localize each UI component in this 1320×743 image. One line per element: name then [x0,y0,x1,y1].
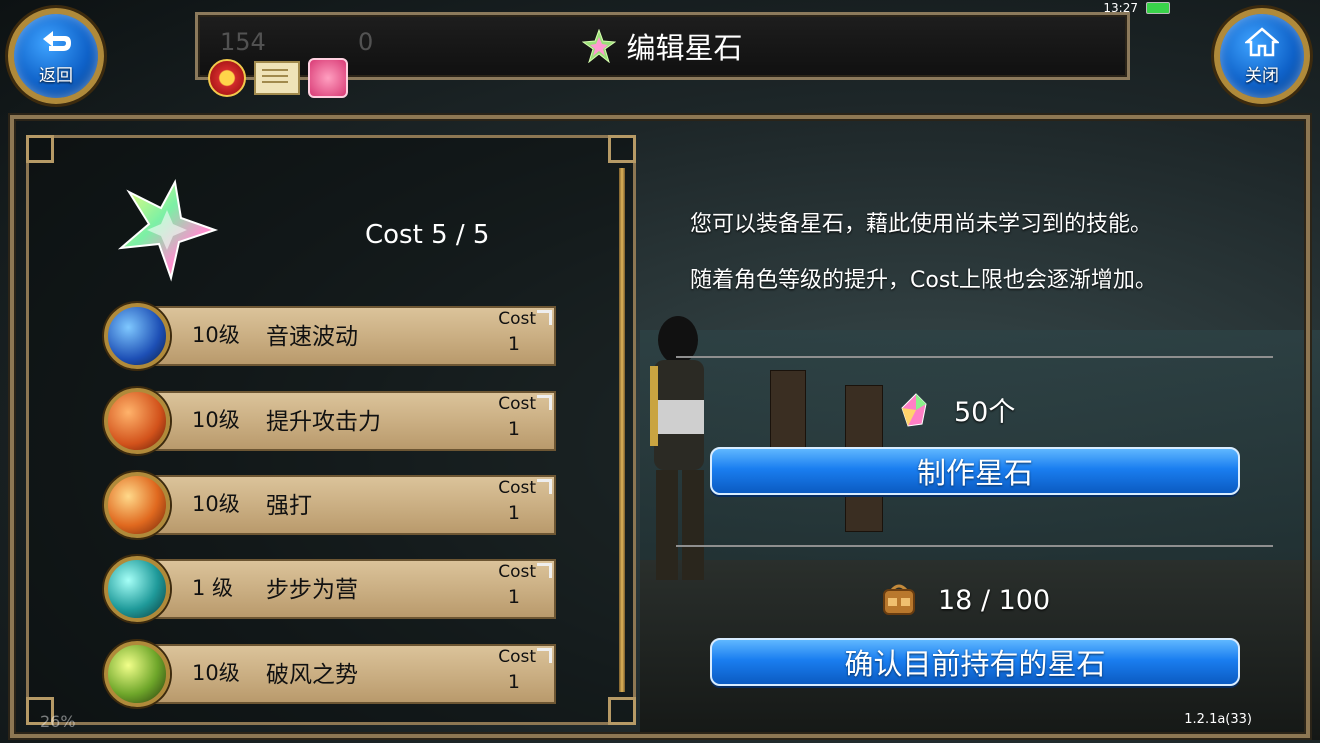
skill-cost-label: Cost [498,394,536,414]
cost-total: Cost 5 / 5 [365,220,490,250]
gift-icon[interactable] [308,58,348,98]
skill-level: 10级 [192,323,240,347]
medal-icon[interactable] [208,59,246,97]
bag-capacity: 18 / 100 [880,582,1050,618]
close-label: 关闭 [1245,65,1279,86]
skill-row[interactable]: 10级 音速波动 Cost 1 [104,303,556,369]
skill-row[interactable]: 10级 提升攻击力 Cost 1 [104,388,556,454]
attack-up-icon [104,388,170,454]
power-strike-icon [104,472,170,538]
skill-cost-label: Cost [498,647,536,667]
home-icon [1245,26,1279,56]
wind-break-icon [104,641,170,707]
craft-stone-button[interactable]: 制作星石 [710,447,1240,495]
frame-corner [608,697,636,725]
bag-icon [883,584,915,615]
skill-name: 音速波动 [266,324,358,350]
back-arrow-icon [43,30,71,51]
corner-marker [537,395,552,410]
mail-icon[interactable] [254,61,300,95]
skill-level: 10级 [192,408,240,432]
skill-name: 强打 [266,493,312,519]
version-label: 1.2.1a(33) [1184,712,1252,727]
skill-cost-value: 1 [507,333,520,355]
description-line-2: 随着角色等级的提升，Cost上限也会逐渐增加。 [690,268,1157,293]
skill-row[interactable]: 1 级 步步为营 Cost 1 [104,556,556,622]
skill-cost-label: Cost [498,309,536,329]
fps-indicator: 26% [40,712,76,731]
skill-name: 提升攻击力 [266,409,381,435]
skill-row[interactable]: 10级 破风之势 Cost 1 [104,641,556,707]
skill-name: 步步为营 [266,577,358,603]
ghost-stat: 0 [358,28,374,56]
frame-corner [608,135,636,163]
star-stone-large-icon [117,178,219,282]
steady-advance-icon [104,556,170,622]
crystal-icon [901,392,927,427]
panel-scrollbar[interactable] [619,168,625,692]
skill-cost-label: Cost [498,562,536,582]
skill-cost-value: 1 [507,502,520,524]
battery-icon [1146,2,1170,14]
skill-level: 1 级 [192,576,234,600]
frame-corner [26,135,54,163]
skill-name: 破风之势 [266,662,358,688]
corner-marker [537,563,552,578]
check-stones-button[interactable]: 确认目前持有的星石 [710,638,1240,686]
crystal-count-value: 50个 [954,397,1016,428]
skill-cost-label: Cost [498,478,536,498]
crystal-count: 50个 [898,390,1015,429]
skill-row[interactable]: 10级 强打 Cost 1 [104,472,556,538]
skill-level: 10级 [192,661,240,685]
skill-cost-value: 1 [507,671,520,693]
corner-marker [537,310,552,325]
divider [676,545,1273,547]
ghost-stat: 154 [220,28,266,56]
description-line-1: 您可以装备星石，藉此使用尚未学习到的技能。 [690,212,1153,237]
skill-cost-value: 1 [507,418,520,440]
skill-cost-value: 1 [507,586,520,608]
corner-marker [537,648,552,663]
corner-marker [537,479,552,494]
divider [676,356,1273,358]
back-button[interactable]: 返回 [8,8,104,104]
bag-capacity-value: 18 / 100 [938,584,1051,616]
close-button[interactable]: 关闭 [1214,8,1310,104]
back-label: 返回 [39,65,73,86]
sonic-wave-icon [104,303,170,369]
notification-icons [208,58,348,98]
skill-level: 10级 [192,492,240,516]
star-stone-icon [582,29,617,63]
page-title: 编辑星石 [626,31,743,65]
